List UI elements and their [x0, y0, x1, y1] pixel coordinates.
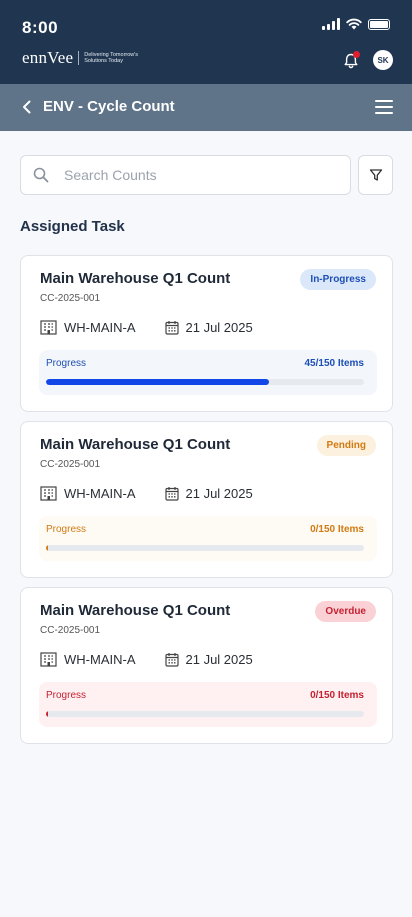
warehouse-info: WH-MAIN-A [40, 320, 136, 335]
building-icon [40, 320, 57, 335]
progress-track [46, 379, 364, 385]
hamburger-menu-icon[interactable] [375, 100, 393, 114]
search-input[interactable] [64, 164, 334, 186]
filter-button[interactable] [358, 155, 393, 195]
date-info: 21 Jul 2025 [164, 486, 253, 501]
page-title: ENV - Cycle Count [43, 98, 175, 115]
notification-dot [353, 51, 360, 58]
progress-label: Progress [46, 690, 87, 701]
warehouse-code: WH-MAIN-A [64, 486, 136, 501]
task-code: CC-2025-001 [40, 459, 101, 470]
calendar-icon [164, 321, 179, 335]
status-icons [322, 18, 390, 30]
task-card[interactable]: Main Warehouse Q1 Count CC-2025-001 In-P… [20, 255, 393, 412]
progress-section: Progress 0/150 Items [39, 682, 377, 727]
task-code: CC-2025-001 [40, 625, 101, 636]
progress-count: 0/150 Items [310, 524, 364, 535]
progress-count: 0/150 Items [310, 690, 364, 701]
warehouse-code: WH-MAIN-A [64, 320, 136, 335]
progress-label: Progress [46, 358, 87, 369]
wifi-icon [346, 18, 362, 30]
task-date: 21 Jul 2025 [185, 486, 253, 501]
warehouse-info: WH-MAIN-A [40, 652, 136, 667]
progress-fill [46, 711, 48, 717]
battery-icon [368, 18, 390, 30]
notifications-button[interactable] [342, 51, 360, 70]
progress-fill [46, 545, 48, 551]
status-time: 8:00 [22, 18, 59, 37]
progress-track [46, 545, 364, 551]
app-header: 8:00 ennVee Delivering Tomorrow's Soluti… [0, 0, 412, 84]
brand-tagline: Delivering Tomorrow's Solutions Today [84, 51, 139, 65]
status-badge: Pending [316, 435, 376, 456]
task-meta: WH-MAIN-A 21 Jul 2025 [40, 486, 253, 501]
progress-label: Progress [46, 524, 87, 535]
warehouse-code: WH-MAIN-A [64, 652, 136, 667]
page-title-bar: ENV - Cycle Count [0, 84, 412, 131]
back-arrow-icon[interactable] [18, 98, 36, 116]
task-card[interactable]: Main Warehouse Q1 Count CC-2025-001 Over… [20, 587, 393, 744]
calendar-icon [164, 487, 179, 501]
warehouse-info: WH-MAIN-A [40, 486, 136, 501]
progress-section: Progress 45/150 Items [39, 350, 377, 395]
task-code: CC-2025-001 [40, 293, 101, 304]
task-meta: WH-MAIN-A 21 Jul 2025 [40, 320, 253, 335]
task-card[interactable]: Main Warehouse Q1 Count CC-2025-001 Pend… [20, 421, 393, 578]
date-info: 21 Jul 2025 [164, 652, 253, 667]
search-icon [33, 167, 49, 183]
search-box [20, 155, 351, 195]
calendar-icon [164, 653, 179, 667]
section-title: Assigned Task [20, 218, 125, 235]
progress-count: 45/150 Items [304, 358, 365, 369]
task-title: Main Warehouse Q1 Count [40, 602, 231, 619]
building-icon [40, 486, 57, 501]
task-title: Main Warehouse Q1 Count [40, 270, 231, 287]
task-date: 21 Jul 2025 [185, 652, 253, 667]
task-title: Main Warehouse Q1 Count [40, 436, 231, 453]
progress-track [46, 711, 364, 717]
task-date: 21 Jul 2025 [185, 320, 253, 335]
date-info: 21 Jul 2025 [164, 320, 253, 335]
brand-logo: ennVee Delivering Tomorrow's Solutions T… [22, 48, 144, 68]
status-badge: In-Progress [300, 269, 376, 290]
building-icon [40, 652, 57, 667]
signal-icon [322, 18, 340, 30]
status-badge: Overdue [315, 601, 376, 622]
avatar[interactable]: SK [373, 50, 393, 70]
progress-section: Progress 0/150 Items [39, 516, 377, 561]
task-meta: WH-MAIN-A 21 Jul 2025 [40, 652, 253, 667]
progress-fill [46, 379, 269, 385]
brand-name: ennVee [22, 48, 74, 67]
brand-divider [78, 51, 80, 65]
filter-icon [369, 169, 382, 181]
